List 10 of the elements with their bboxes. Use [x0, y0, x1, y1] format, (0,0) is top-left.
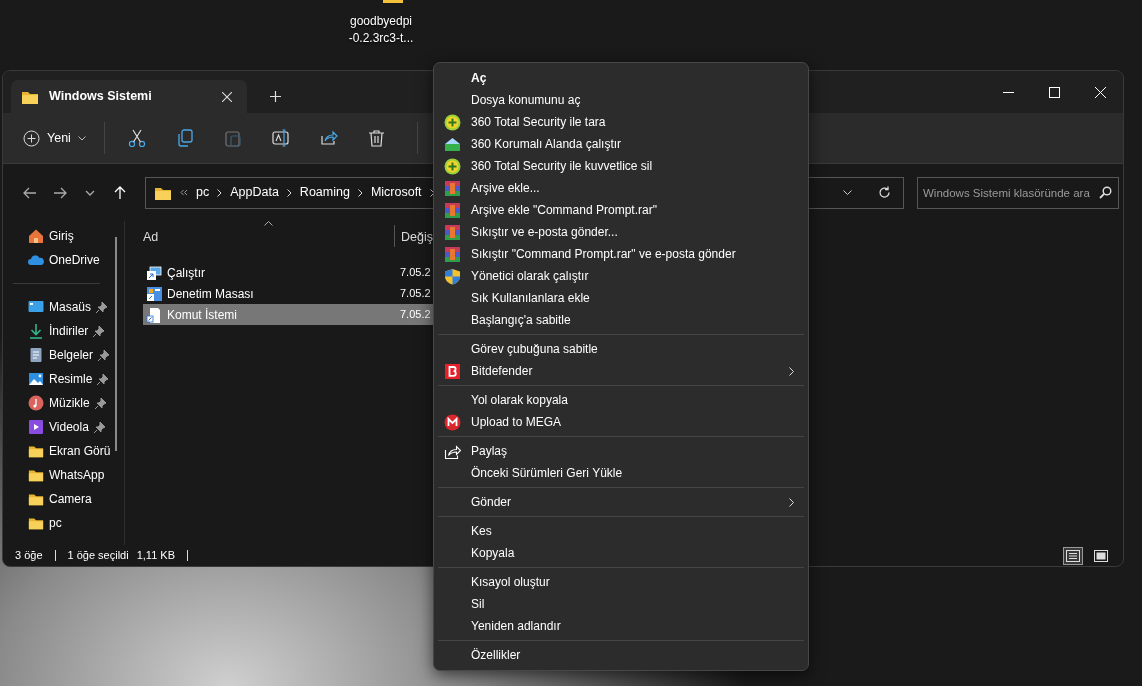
file-name: Komut İstemi — [167, 306, 239, 324]
file-name: Çalıştır — [167, 264, 206, 282]
modified-date: 7.05.2 — [400, 307, 431, 323]
status-text: 1 öğe seçildi — [67, 548, 129, 564]
file-name: Denetim Masası — [167, 285, 255, 303]
tab-title: Windows Sistemi — [49, 88, 153, 106]
modified-date: 7.05.2 — [400, 265, 431, 281]
modified-date: 7.05.2 — [400, 286, 431, 302]
status-text: 3 öğe — [15, 548, 43, 564]
status-text: 1,11 KB — [136, 548, 175, 564]
